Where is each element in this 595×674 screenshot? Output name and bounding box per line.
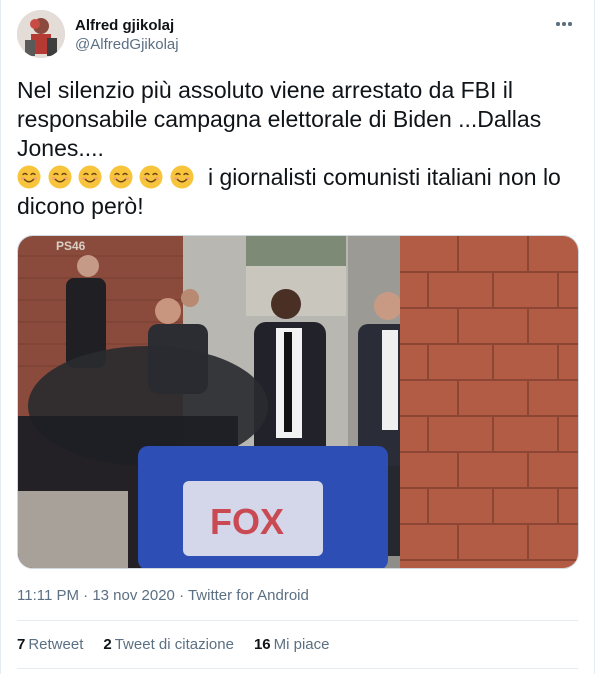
media-sign-text: PS46 xyxy=(56,239,86,253)
quotes-stat[interactable]: 2 Tweet di citazione xyxy=(103,635,234,655)
retweets-count: 7 xyxy=(17,636,26,653)
emoji-row xyxy=(17,165,200,189)
author-display-name[interactable]: Alfred gjikolaj xyxy=(75,16,179,35)
tweet-meta: 11:11 PM · 13 nov 2020 · Twitter for And… xyxy=(17,586,309,606)
meta-separator: · xyxy=(174,587,188,604)
tweet-date[interactable]: 13 nov 2020 xyxy=(92,587,175,604)
tweet-text: Nel silenzio più assoluto viene arrestat… xyxy=(17,76,577,221)
quotes-label: Tweet di citazione xyxy=(114,636,234,653)
more-horizontal-icon[interactable] xyxy=(552,14,576,34)
tweet-text-line1: Nel silenzio più assoluto viene arrestat… xyxy=(17,77,548,161)
smiling-face-emoji-icon xyxy=(109,165,132,189)
avatar[interactable] xyxy=(17,10,65,58)
tweet-stats: 7 Retweet 2 Tweet di citazione 16 Mi piace xyxy=(17,635,330,655)
likes-stat[interactable]: 16 Mi piace xyxy=(254,635,330,655)
tweet-card: Alfred gjikolaj @AlfredGjikolaj Nel sile… xyxy=(0,0,595,674)
likes-label: Mi piace xyxy=(273,636,330,653)
meta-separator: · xyxy=(78,587,93,604)
tweet-media-video[interactable]: PS46 FOX xyxy=(17,235,579,569)
likes-count: 16 xyxy=(253,636,271,653)
quotes-count: 2 xyxy=(103,636,112,653)
smiling-face-emoji-icon xyxy=(48,165,71,189)
tweet-time[interactable]: 11:11 PM xyxy=(17,587,79,604)
divider xyxy=(17,620,578,621)
tweet-header: Alfred gjikolaj @AlfredGjikolaj xyxy=(17,10,584,62)
smiling-face-emoji-icon xyxy=(170,165,193,189)
smiling-face-emoji-icon xyxy=(17,165,41,189)
media-mic-text: FOX xyxy=(210,501,284,542)
author-names: Alfred gjikolaj @AlfredGjikolaj xyxy=(75,16,179,54)
divider xyxy=(17,668,578,669)
smiling-face-emoji-icon xyxy=(78,165,102,189)
author-handle[interactable]: @AlfredGjikolaj xyxy=(75,35,179,54)
retweets-label: Retweet xyxy=(28,636,84,653)
retweets-stat[interactable]: 7 Retweet xyxy=(17,635,83,655)
smiling-face-emoji-icon xyxy=(139,165,163,189)
tweet-source[interactable]: Twitter for Android xyxy=(188,587,309,604)
